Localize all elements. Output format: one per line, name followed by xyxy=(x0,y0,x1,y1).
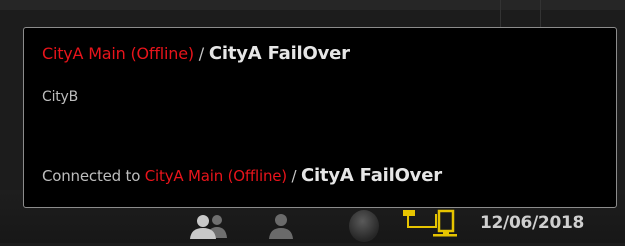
separator: / xyxy=(286,167,301,185)
server-pair-line: CityA Main (Offline) / CityA FailOver xyxy=(42,43,350,64)
status-date: 12/06/2018 xyxy=(480,213,585,233)
connection-status-line: Connected to CityA Main (Offline) / City… xyxy=(42,165,442,186)
users-icon[interactable] xyxy=(186,213,234,243)
connected-to-label: Connected to xyxy=(42,167,145,185)
separator: / xyxy=(193,44,209,63)
user-icon[interactable] xyxy=(266,213,296,243)
offline-server-name: CityA Main (Offline) xyxy=(144,167,287,185)
globe-icon[interactable] xyxy=(346,206,382,246)
secondary-server-line: CityB xyxy=(42,89,78,105)
network-icon[interactable] xyxy=(403,206,457,246)
background-toolbar xyxy=(0,0,625,10)
active-server-name: CityA FailOver xyxy=(300,165,442,186)
secondary-server-name: CityB xyxy=(42,89,79,105)
active-server-name: CityA FailOver xyxy=(208,43,350,64)
offline-server-name: CityA Main (Offline) xyxy=(42,44,194,63)
server-connection-tooltip: CityA Main (Offline) / CityA FailOver Ci… xyxy=(23,27,617,208)
